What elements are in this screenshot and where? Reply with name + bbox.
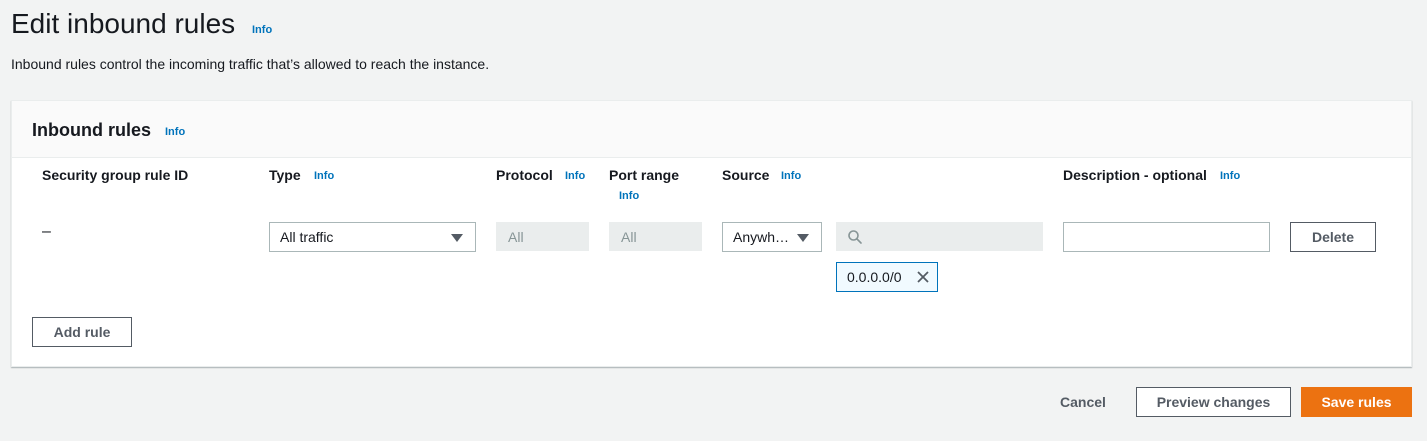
inbound-rules-panel: Inbound rules Info Security group rule I… [11,100,1412,367]
column-header-source: Source [722,167,770,183]
edit-inbound-rules-page: Edit inbound rules Info Inbound rules co… [0,0,1427,441]
protocol-field: All [496,222,589,251]
panel-title: Inbound rules [32,120,151,140]
source-info-link[interactable]: Info [781,170,801,182]
type-info-link[interactable]: Info [314,170,334,182]
search-icon [848,230,862,244]
cidr-token-label: 0.0.0.0/0 [847,269,902,285]
cidr-token: 0.0.0.0/0 [836,262,938,292]
column-header-description: Description - optional [1063,167,1207,183]
type-select[interactable]: All traffic [269,222,476,252]
column-header-port-range: Port range [609,167,680,183]
panel-info-link[interactable]: Info [165,126,185,138]
close-icon[interactable] [915,269,931,285]
caret-down-icon [451,234,463,242]
source-select[interactable]: Anywh… [722,222,822,252]
page-title: Edit inbound rules [11,8,236,39]
column-header-rule-id: Security group rule ID [42,167,189,183]
page-title-info-link[interactable]: Info [252,24,272,36]
rule-id-value: – [42,223,51,240]
protocol-value: All [508,229,524,245]
page-description: Inbound rules control the incoming traff… [11,56,490,72]
port-range-field: All [609,222,702,251]
caret-down-icon [797,234,809,242]
panel-header: Inbound rules Info [12,101,1411,158]
save-rules-button[interactable]: Save rules [1301,387,1412,417]
cancel-button[interactable]: Cancel [1060,394,1106,410]
protocol-info-link[interactable]: Info [565,170,585,182]
add-rule-button[interactable]: Add rule [32,317,132,347]
preview-changes-button[interactable]: Preview changes [1136,387,1291,417]
description-input[interactable] [1063,222,1270,252]
port-range-value: All [621,229,637,245]
source-cidr-search[interactable] [836,222,1043,251]
delete-rule-button[interactable]: Delete [1290,222,1376,252]
column-header-type: Type [269,167,301,183]
column-header-protocol: Protocol [496,167,553,183]
description-info-link[interactable]: Info [1220,170,1240,182]
port-range-info-link[interactable]: Info [619,190,639,202]
type-select-value: All traffic [280,229,334,245]
source-select-value: Anywh… [733,229,790,245]
